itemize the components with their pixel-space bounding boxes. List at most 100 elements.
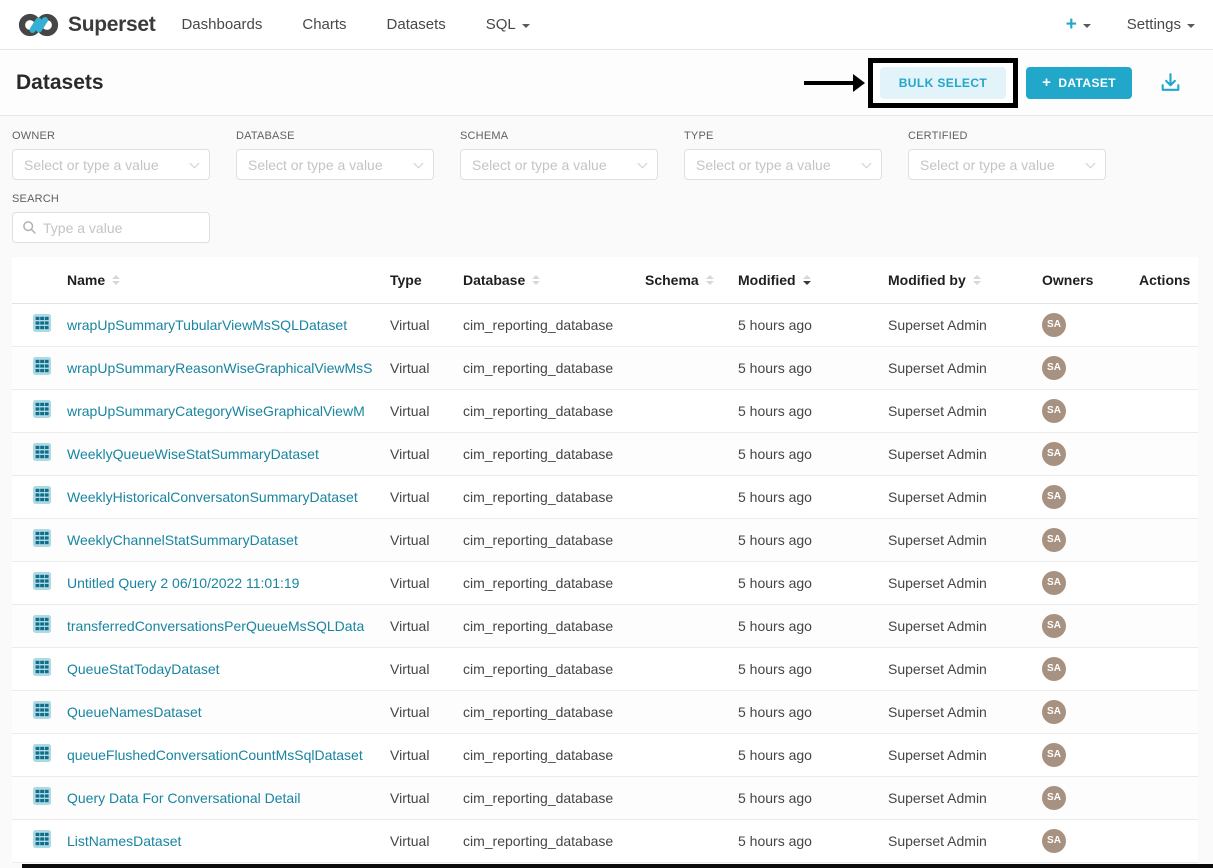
chevron-down-icon [1083,24,1091,28]
dataset-link[interactable]: queueFlushedConversationCountMsSqlDatase… [67,747,390,763]
owner-select[interactable]: Select or type a value [12,149,210,180]
column-header-database[interactable]: Database [463,257,645,303]
owner-avatar[interactable]: SA [1042,829,1066,853]
dataset-modified-by: Superset Admin [888,776,1042,819]
table-row[interactable]: queueFlushedConversationCountMsSqlDatase… [12,733,1198,776]
dataset-schema [645,733,738,776]
dataset-link[interactable]: WeeklyHistoricalConversatonSummaryDatase… [67,489,390,505]
row-actions [1139,733,1198,776]
column-label: Modified [738,272,796,288]
nav-dashboards[interactable]: Dashboards [181,16,262,33]
column-label: Schema [645,272,699,288]
dataset-link[interactable]: wrapUpSummaryTubularViewMsSQLDataset [67,317,390,333]
dataset-type: Virtual [390,518,463,561]
schema-select[interactable]: Select or type a value [460,149,658,180]
table-row[interactable]: transferredConversationsPerQueueMsSQLDat… [12,604,1198,647]
owner-avatar[interactable]: SA [1042,614,1066,638]
dataset-link[interactable]: wrapUpSummaryCategoryWiseGraphicalViewM [67,403,390,419]
owner-avatar[interactable]: SA [1042,528,1066,552]
dataset-type: Virtual [390,604,463,647]
column-label: Modified by [888,272,966,288]
dataset-type: Virtual [390,389,463,432]
new-item-menu[interactable]: + [1066,15,1091,34]
bulk-select-button[interactable]: BULK SELECT [880,67,1006,99]
filter-type: TYPE Select or type a value [684,130,882,180]
dataset-database: cim_reporting_database [463,776,645,819]
owner-avatar[interactable]: SA [1042,657,1066,681]
dataset-link[interactable]: Query Data For Conversational Detail [67,790,390,806]
nav-sql[interactable]: SQL [486,16,530,33]
owner-avatar[interactable]: SA [1042,313,1066,337]
type-select[interactable]: Select or type a value [684,149,882,180]
dataset-modified: 5 hours ago [738,561,888,604]
owner-avatar[interactable]: SA [1042,700,1066,724]
owner-avatar[interactable]: SA [1042,485,1066,509]
owner-avatar[interactable]: SA [1042,571,1066,595]
navbar-right: + Settings [1066,15,1195,34]
filter-schema: SCHEMA Select or type a value [460,130,658,180]
row-actions [1139,647,1198,690]
dataset-schema [645,389,738,432]
owner-avatar[interactable]: SA [1042,743,1066,767]
download-icon [1158,70,1183,95]
dataset-schema [645,475,738,518]
superset-logo[interactable]: Superset [18,12,155,38]
dataset-modified: 5 hours ago [738,604,888,647]
dataset-link[interactable]: QueueNamesDataset [67,704,390,720]
table-row[interactable]: WeeklyChannelStatSummaryDataset Virtual … [12,518,1198,561]
table-row[interactable]: QueueNamesDataset Virtual cim_reporting_… [12,690,1198,733]
column-label: Owners [1042,272,1093,288]
dataset-link[interactable]: transferredConversationsPerQueueMsSQLDat… [67,618,390,634]
table-row[interactable]: WeeklyQueueWiseStatSummaryDataset Virtua… [12,432,1198,475]
owner-avatar[interactable]: SA [1042,442,1066,466]
row-actions [1139,561,1198,604]
table-row[interactable]: wrapUpSummaryTubularViewMsSQLDataset Vir… [12,303,1198,346]
column-header-modified-by[interactable]: Modified by [888,257,1042,303]
table-row[interactable]: QueueStatTodayDataset Virtual cim_report… [12,647,1198,690]
export-datasets-button[interactable] [1158,70,1183,95]
owner-avatar[interactable]: SA [1042,399,1066,423]
dataset-link[interactable]: ListNamesDataset [67,833,390,849]
owner-avatar[interactable]: SA [1042,786,1066,810]
table-row[interactable]: ListNamesDataset Virtual cim_reporting_d… [12,819,1198,862]
table-row[interactable]: wrapUpSummaryCategoryWiseGraphicalViewM … [12,389,1198,432]
table-row[interactable]: wrapUpSummaryReasonWiseGraphicalViewMsS … [12,346,1198,389]
column-header-modified[interactable]: Modified [738,257,888,303]
column-header-schema[interactable]: Schema [645,257,738,303]
icon-column-header [12,257,67,303]
certified-select[interactable]: Select or type a value [908,149,1106,180]
dataset-modified-by: Superset Admin [888,647,1042,690]
dataset-link[interactable]: Untitled Query 2 06/10/2022 11:01:19 [67,575,390,591]
sort-icon[interactable] [803,275,811,285]
search-input[interactable] [43,220,209,236]
page-title: Datasets [16,71,104,95]
dataset-link[interactable]: QueueStatTodayDataset [67,661,390,677]
dataset-grid-icon [33,400,51,418]
add-dataset-button[interactable]: + DATASET [1026,67,1132,99]
sort-icon[interactable] [532,275,540,285]
dataset-grid-icon [33,744,51,762]
dataset-database: cim_reporting_database [463,432,645,475]
sort-icon[interactable] [706,275,714,285]
table-row[interactable]: WeeklyHistoricalConversatonSummaryDatase… [12,475,1198,518]
main-nav: Dashboards Charts Datasets SQL [181,16,529,33]
dataset-link[interactable]: wrapUpSummaryReasonWiseGraphicalViewMsS [67,360,390,376]
nav-charts[interactable]: Charts [302,16,346,33]
dataset-link[interactable]: WeeklyChannelStatSummaryDataset [67,532,390,548]
sort-icon[interactable] [112,275,120,285]
column-header-name[interactable]: Name [67,257,390,303]
dataset-modified: 5 hours ago [738,647,888,690]
settings-menu[interactable]: Settings [1127,16,1195,33]
dataset-type: Virtual [390,819,463,862]
infinity-logo-icon [18,12,60,38]
owner-avatar[interactable]: SA [1042,356,1066,380]
sort-icon[interactable] [973,275,981,285]
dataset-modified: 5 hours ago [738,690,888,733]
dataset-type: Virtual [390,561,463,604]
dataset-link[interactable]: WeeklyQueueWiseStatSummaryDataset [67,446,390,462]
database-select[interactable]: Select or type a value [236,149,434,180]
filter-label: TYPE [684,130,882,142]
nav-datasets[interactable]: Datasets [387,16,446,33]
table-row[interactable]: Query Data For Conversational Detail Vir… [12,776,1198,819]
table-row[interactable]: Untitled Query 2 06/10/2022 11:01:19 Vir… [12,561,1198,604]
